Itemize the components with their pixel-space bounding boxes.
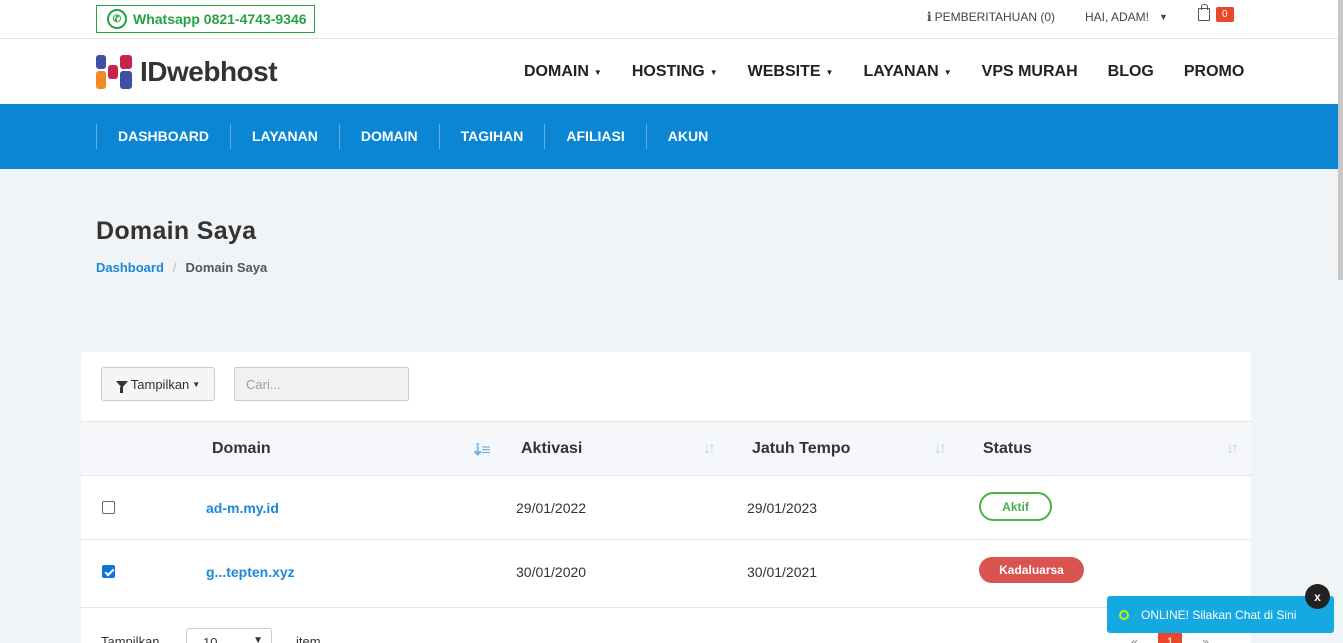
- filter-label: Tampilkan: [130, 376, 190, 392]
- site-logo[interactable]: IDwebhost: [96, 55, 278, 89]
- caret-down-icon: ▼: [825, 67, 834, 77]
- main-header: IDwebhost DOMAIN ▼ HOSTING ▼ WEBSITE ▼ LAYA…: [0, 39, 1343, 104]
- cart-button[interactable]: 0: [1198, 4, 1234, 22]
- table-row[interactable]: g...tepten.xyz 30/01/2020 30/01/2021 Kad…: [81, 540, 1251, 608]
- per-page-select[interactable]: 10 ▼: [186, 628, 272, 643]
- notifications-label: PEMBERITAHUAN (0): [934, 10, 1056, 24]
- pagination: « 1 »: [1121, 632, 1219, 643]
- client-nav-tagihan[interactable]: TAGIHAN: [438, 124, 545, 149]
- online-status-icon: [1119, 609, 1129, 620]
- sort-icon[interactable]: ↓↑: [1226, 440, 1239, 458]
- info-icon: i: [927, 10, 932, 24]
- client-nav-domain[interactable]: DOMAIN: [338, 124, 439, 149]
- activation-date: 29/01/2022: [516, 500, 587, 516]
- nav-hosting[interactable]: HOSTING ▼: [632, 63, 718, 81]
- table-header: Domain ⇣≡ Aktivasi ↓↑ Jatuh Tempo ↓↑ Sta…: [81, 422, 1251, 476]
- nav-label: WEBSITE: [747, 63, 821, 80]
- nav-website[interactable]: WEBSITE ▼: [748, 63, 834, 81]
- pagination-next[interactable]: »: [1202, 635, 1209, 643]
- domain-link[interactable]: ad-m.my.id: [206, 500, 279, 516]
- whatsapp-icon: ✆: [107, 9, 127, 29]
- whatsapp-label: Whatsapp: [133, 11, 200, 27]
- table-row[interactable]: ad-m.my.id 29/01/2022 29/01/2023 Aktif: [81, 476, 1251, 540]
- item-label: item: [296, 634, 321, 643]
- nav-vps-murah[interactable]: VPS MURAH: [982, 63, 1078, 81]
- breadcrumb-home-link[interactable]: Dashboard: [96, 260, 164, 275]
- notifications-link[interactable]: i PEMBERITAHUAN (0): [927, 10, 1055, 24]
- row-checkbox[interactable]: [102, 501, 115, 514]
- caret-down-icon: ▼: [593, 67, 602, 77]
- nav-label: PROMO: [1183, 63, 1245, 80]
- chevron-down-icon: ▼: [253, 635, 263, 643]
- client-nav-afiliasi[interactable]: AFILIASI: [544, 124, 645, 149]
- nav-label: DOMAIN: [524, 63, 589, 80]
- table-footer: Tampilkan 10 ▼ item « 1 »: [81, 608, 1251, 643]
- nav-label: BLOG: [1107, 63, 1154, 80]
- breadcrumb-current: Domain Saya: [185, 260, 268, 275]
- show-label: Tampilkan: [101, 634, 160, 643]
- filter-dropdown-button[interactable]: Tampilkan ▼: [101, 367, 215, 401]
- main-nav: DOMAIN ▼ HOSTING ▼ WEBSITE ▼ LAYANAN ▼ VPS M…: [524, 63, 1274, 81]
- column-header-status[interactable]: Status: [983, 440, 1032, 458]
- pagination-prev[interactable]: «: [1131, 635, 1138, 643]
- nav-label: HOSTING: [631, 63, 705, 80]
- column-header-jatuh-tempo[interactable]: Jatuh Tempo: [752, 440, 850, 458]
- sort-desc-icon[interactable]: ⇣≡: [471, 440, 491, 460]
- shopping-bag-icon: [1198, 4, 1210, 21]
- chat-close-button[interactable]: x: [1305, 584, 1330, 609]
- row-checkbox[interactable]: [102, 565, 115, 578]
- nav-blog[interactable]: BLOG: [1108, 63, 1154, 81]
- logo-mark-icon: [96, 55, 132, 89]
- column-header-domain[interactable]: Domain: [212, 440, 271, 458]
- caret-down-icon: ▼: [943, 67, 952, 77]
- cart-count-badge: 0: [1216, 7, 1234, 22]
- pagination-page-current[interactable]: 1: [1157, 632, 1183, 643]
- page-title: Domain Saya: [96, 217, 257, 245]
- client-area-nav: DASHBOARD LAYANAN DOMAIN TAGIHAN AFILIAS…: [0, 104, 1343, 169]
- top-bar: ✆ Whatsapp 0821-4743-9346 i PEMBERITAHUA…: [0, 0, 1343, 39]
- nav-layanan[interactable]: LAYANAN ▼: [863, 63, 951, 81]
- domains-card: Tampilkan ▼ Domain ⇣≡ Aktivasi ↓↑ Jatuh …: [81, 352, 1251, 643]
- breadcrumb-separator: /: [172, 260, 177, 275]
- domain-link[interactable]: g...tepten.xyz: [206, 564, 295, 580]
- per-page-value: 10: [203, 635, 218, 643]
- logo-text: IDwebhost: [140, 56, 278, 87]
- user-greeting: HAI, ADAM!: [1085, 10, 1150, 24]
- nav-domain[interactable]: DOMAIN ▼: [524, 63, 602, 81]
- status-badge: Aktif: [979, 492, 1052, 521]
- search-input[interactable]: [234, 367, 409, 401]
- table-toolbar: Tampilkan ▼: [81, 352, 1251, 422]
- caret-down-icon: ▼: [192, 379, 201, 389]
- caret-down-icon: ▼: [709, 67, 718, 77]
- whatsapp-contact[interactable]: ✆ Whatsapp 0821-4743-9346: [96, 5, 315, 33]
- due-date: 30/01/2021: [747, 564, 818, 580]
- client-nav-layanan[interactable]: LAYANAN: [230, 124, 339, 149]
- filter-icon: [115, 380, 128, 393]
- nav-promo[interactable]: PROMO: [1184, 63, 1244, 81]
- sort-icon[interactable]: ↓↑: [934, 440, 947, 458]
- client-nav-dashboard[interactable]: DASHBOARD: [96, 124, 230, 149]
- status-badge: Kadaluarsa: [979, 557, 1084, 583]
- nav-label: LAYANAN: [863, 63, 939, 80]
- live-chat-widget[interactable]: ONLINE! Silakan Chat di Sini: [1107, 596, 1334, 633]
- user-menu[interactable]: HAI, ADAM! ▼: [1085, 10, 1168, 24]
- sort-icon[interactable]: ↓↑: [703, 440, 716, 458]
- whatsapp-number: 0821-4743-9346: [203, 11, 307, 27]
- activation-date: 30/01/2020: [516, 564, 587, 580]
- chat-label: ONLINE! Silakan Chat di Sini: [1141, 607, 1297, 622]
- page-scrollbar[interactable]: [1338, 0, 1343, 280]
- breadcrumb: Dashboard / Domain Saya: [96, 260, 267, 275]
- column-header-aktivasi[interactable]: Aktivasi: [521, 440, 582, 458]
- client-nav-akun[interactable]: AKUN: [645, 124, 729, 149]
- caret-down-icon: ▼: [1159, 12, 1168, 22]
- nav-label: VPS MURAH: [981, 63, 1078, 80]
- due-date: 29/01/2023: [747, 500, 818, 516]
